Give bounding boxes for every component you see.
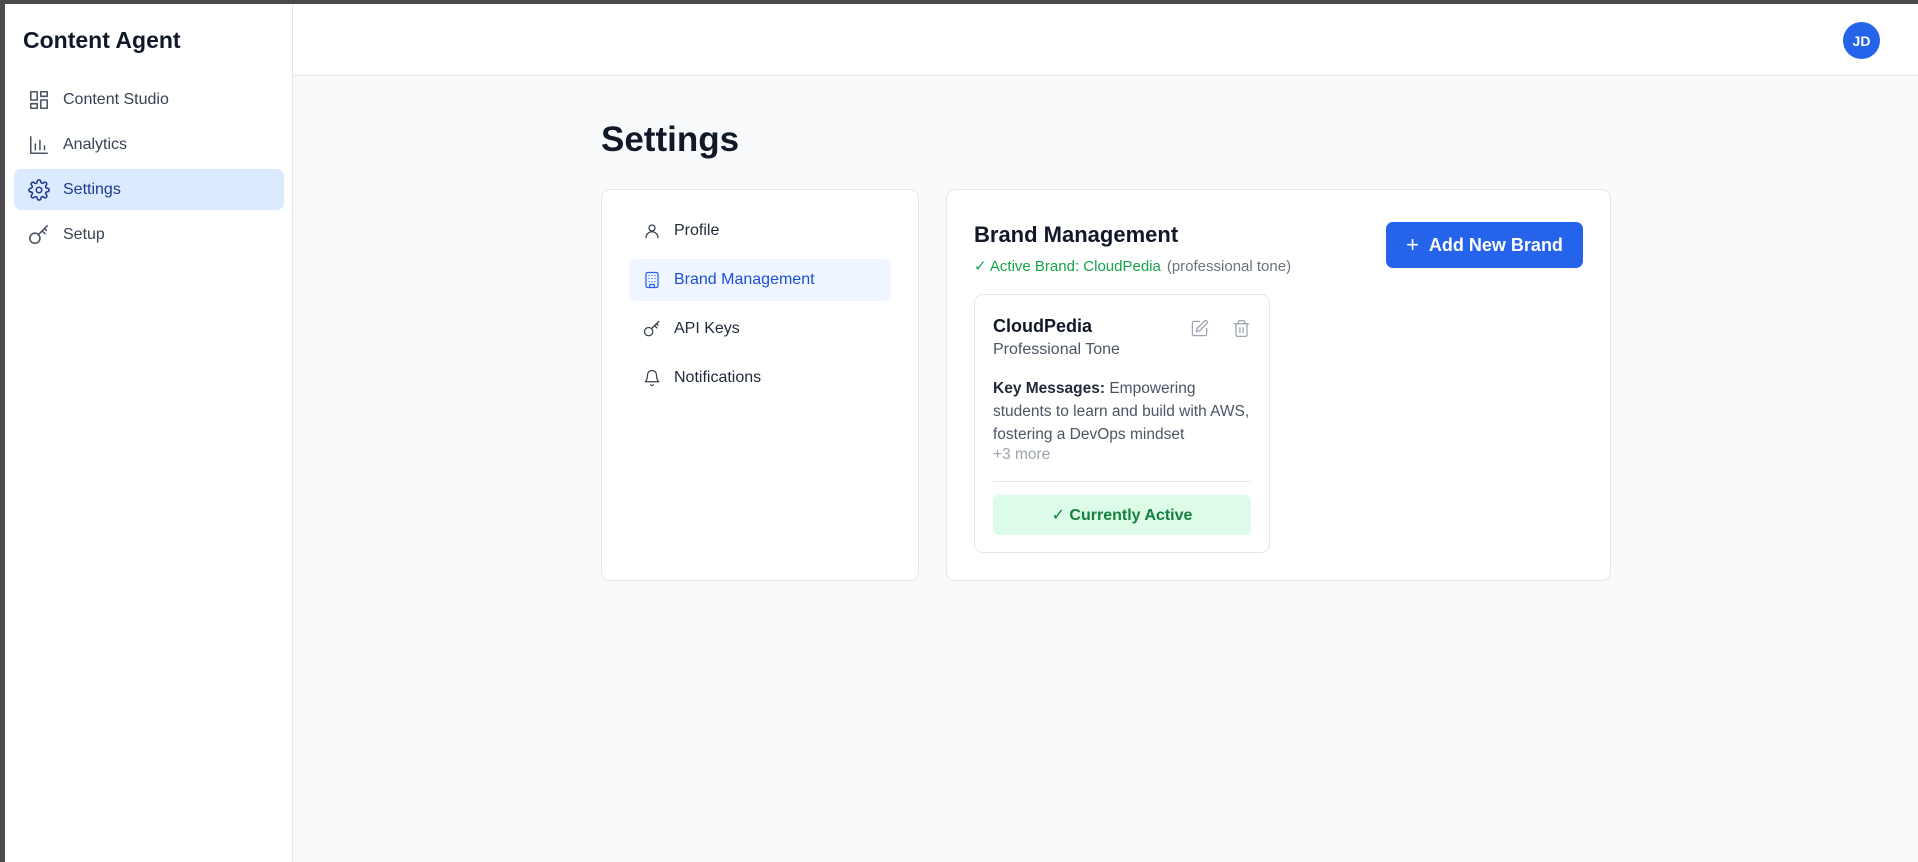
divider — [993, 481, 1251, 482]
key-icon — [28, 224, 50, 246]
active-brand-text: ✓ Active Brand: CloudPedia — [974, 258, 1161, 275]
sidebar-item-label: Content Studio — [63, 90, 169, 108]
page-title: Settings — [601, 120, 740, 159]
app-window: Content Agent Content Studio Analytics S… — [5, 4, 1918, 862]
top-bar: JD — [293, 4, 1918, 76]
edit-icon[interactable] — [1190, 319, 1209, 343]
add-new-brand-label: Add New Brand — [1428, 234, 1563, 255]
active-brand-indicator: ✓ Active Brand: CloudPedia (professional … — [974, 257, 1291, 275]
settings-tab-notifications[interactable]: Notifications — [629, 357, 891, 399]
sidebar-item-content-studio[interactable]: Content Studio — [14, 79, 284, 120]
bell-icon — [643, 369, 661, 387]
brand-card: CloudPedia Professional Tone Key Message… — [974, 294, 1270, 553]
user-icon — [643, 222, 661, 240]
settings-tab-profile[interactable]: Profile — [629, 210, 891, 252]
sidebar-nav: Content Studio Analytics Settings Setup — [14, 79, 284, 259]
layout-dashboard-icon — [28, 89, 50, 111]
sidebar-item-settings[interactable]: Settings — [14, 169, 284, 210]
brand-card-actions — [1190, 319, 1251, 343]
app-title: Content Agent — [23, 27, 181, 53]
settings-tab-label: Notifications — [674, 369, 762, 386]
plus-icon: + — [1406, 232, 1419, 257]
settings-tab-brand-management[interactable]: Brand Management — [629, 259, 891, 301]
gear-icon — [28, 178, 50, 201]
trash-icon[interactable] — [1232, 319, 1251, 343]
settings-tab-label: API Keys — [674, 320, 740, 337]
brand-management-panel: Brand Management ✓ Active Brand: CloudPe… — [946, 189, 1611, 581]
sidebar-item-label: Analytics — [63, 135, 128, 153]
brand-tone: Professional Tone — [993, 341, 1120, 358]
bar-chart-icon — [28, 134, 50, 156]
key-icon — [643, 320, 661, 338]
active-brand-tone: (professional tone) — [1166, 258, 1292, 275]
sidebar-item-label: Setup — [63, 225, 105, 243]
settings-tab-api-keys[interactable]: API Keys — [629, 308, 891, 350]
key-messages-label: Key Messages: — [993, 380, 1106, 397]
sidebar: Content Agent Content Studio Analytics S… — [5, 4, 293, 862]
settings-tab-label: Profile — [674, 222, 720, 239]
add-new-brand-button[interactable]: + Add New Brand — [1386, 222, 1583, 268]
sidebar-item-analytics[interactable]: Analytics — [14, 124, 284, 165]
section-title: Brand Management — [974, 222, 1179, 247]
key-messages: Key Messages: Empowering students to lea… — [993, 377, 1258, 446]
more-messages-count: +3 more — [993, 446, 1051, 463]
avatar[interactable]: JD — [1843, 22, 1880, 59]
sidebar-item-setup[interactable]: Setup — [14, 214, 284, 255]
status-badge: ✓ Currently Active — [993, 495, 1251, 535]
settings-tab-label: Brand Management — [674, 271, 815, 288]
building-icon — [643, 271, 661, 289]
sidebar-item-label: Settings — [63, 180, 121, 198]
settings-nav: Profile Brand Management API Keys Notifi… — [601, 189, 919, 581]
brand-name: CloudPedia — [993, 316, 1093, 336]
